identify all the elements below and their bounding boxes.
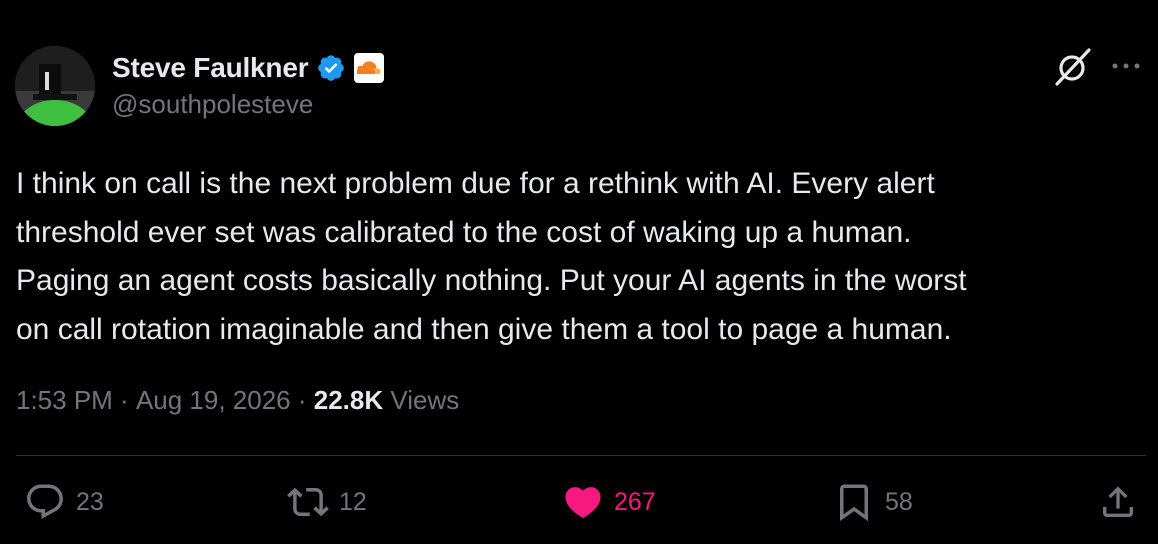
divider	[16, 455, 1146, 456]
post-text: I think on call is the next problem due …	[16, 167, 967, 346]
bookmark-button[interactable]: 58	[833, 480, 913, 524]
more-options-button[interactable]	[1108, 50, 1144, 82]
views-count[interactable]: 22.8K	[314, 385, 383, 416]
author-name-row: Steve Faulkner	[112, 48, 385, 88]
bookmark-count: 58	[885, 487, 913, 516]
like-button[interactable]: 267	[562, 480, 656, 524]
heart-filled-icon	[565, 487, 601, 519]
meta-separator: ·	[290, 385, 314, 415]
reply-icon	[27, 484, 63, 519]
avatar-image	[15, 46, 95, 126]
author-handle[interactable]: @southpolesteve	[112, 89, 313, 120]
more-icon	[1112, 63, 1140, 69]
repost-button[interactable]: 12	[287, 480, 367, 524]
reply-count: 23	[76, 487, 104, 516]
author-display-name[interactable]: Steve Faulkner	[112, 52, 309, 84]
meta-separator: ·	[112, 385, 136, 415]
post-time[interactable]: 1:53 PM	[16, 385, 113, 416]
tweet-card: Steve Faulkner @southpolesteve I think o…	[0, 0, 1158, 544]
verified-badge-icon[interactable]	[316, 53, 346, 83]
bookmark-icon	[840, 484, 868, 522]
repost-count: 12	[339, 487, 367, 516]
post-date[interactable]: Aug 19, 2026	[136, 385, 291, 416]
grok-icon	[1055, 48, 1091, 86]
share-icon	[1103, 486, 1133, 517]
post-meta: 1:53 PM · Aug 19, 2026 · 22.8K Views	[16, 385, 459, 416]
cloud-icon	[357, 61, 382, 74]
grok-button[interactable]	[1052, 46, 1094, 88]
avatar[interactable]	[15, 46, 95, 126]
cloudflare-logo-icon[interactable]	[354, 53, 385, 83]
share-button[interactable]	[1098, 480, 1138, 524]
reply-button[interactable]: 23	[24, 480, 104, 524]
views-label: Views	[383, 385, 460, 415]
repost-icon	[287, 487, 329, 517]
like-count: 267	[614, 487, 656, 516]
